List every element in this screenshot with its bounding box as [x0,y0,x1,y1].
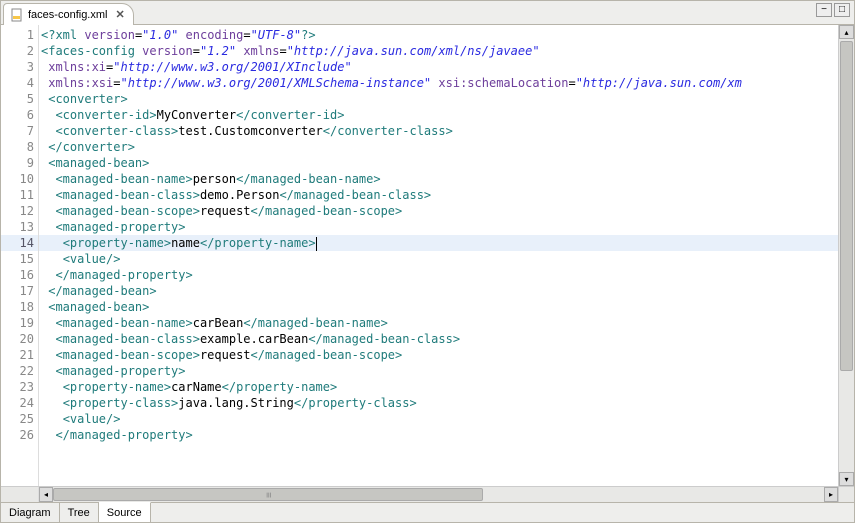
line-number: 10 [1,171,38,187]
line-gutter: 1234567891011121314151617181920212223242… [1,25,39,486]
editor-tab-bar: faces-config.xml ✕ − □ [1,1,854,25]
code-line[interactable]: <?xml version="1.0" encoding="UTF-8"?> [39,27,838,43]
code-line[interactable]: <property-name>carName</property-name> [39,379,838,395]
line-number: 24 [1,395,38,411]
editor-bottom-tabs: Diagram Tree Source [1,502,854,522]
line-number: 8 [1,139,38,155]
line-number: 3 [1,59,38,75]
vertical-scrollbar[interactable]: ▴ ▾ [838,25,854,486]
hscroll-corner-spacer [838,487,854,502]
scroll-down-button[interactable]: ▾ [839,472,854,486]
code-line[interactable]: </managed-bean> [39,283,838,299]
code-line[interactable]: <managed-bean-scope>request</managed-bea… [39,203,838,219]
code-line[interactable]: <managed-bean-name>person</managed-bean-… [39,171,838,187]
line-number: 14 [1,235,38,251]
horizontal-scrollbar-row: ◂ ▸ [1,486,854,502]
file-tab-label: faces-config.xml [28,9,107,21]
code-line[interactable]: <managed-property> [39,219,838,235]
line-number: 21 [1,347,38,363]
code-line[interactable]: <managed-bean-class>demo.Person</managed… [39,187,838,203]
tab-tree[interactable]: Tree [60,503,99,522]
code-line[interactable]: <managed-bean> [39,299,838,315]
code-line[interactable]: <managed-property> [39,363,838,379]
line-number: 15 [1,251,38,267]
line-number: 22 [1,363,38,379]
code-line[interactable]: <managed-bean> [39,155,838,171]
line-number: 16 [1,267,38,283]
code-line[interactable]: xmlns:xi="http://www.w3.org/2001/XInclud… [39,59,838,75]
scroll-right-button[interactable]: ▸ [824,487,838,502]
line-number: 23 [1,379,38,395]
code-line[interactable]: <converter-id>MyConverter</converter-id> [39,107,838,123]
line-number: 4 [1,75,38,91]
window-controls: − □ [816,3,850,17]
line-number: 11 [1,187,38,203]
code-line[interactable]: </managed-property> [39,427,838,443]
line-number: 9 [1,155,38,171]
code-editor[interactable]: <?xml version="1.0" encoding="UTF-8"?><f… [39,25,838,486]
close-icon[interactable]: ✕ [115,8,124,21]
code-line[interactable]: <value/> [39,251,838,267]
code-line[interactable]: <property-class>java.lang.String</proper… [39,395,838,411]
code-line[interactable]: <converter-class>test.Customconverter</c… [39,123,838,139]
minimize-button[interactable]: − [816,3,832,17]
line-number: 17 [1,283,38,299]
code-line[interactable]: </converter> [39,139,838,155]
line-number: 5 [1,91,38,107]
editor-area: 1234567891011121314151617181920212223242… [1,25,854,486]
line-number: 12 [1,203,38,219]
xml-file-icon [10,8,24,22]
hscroll-gutter-spacer [1,487,39,502]
code-line[interactable]: </managed-property> [39,267,838,283]
code-line[interactable]: <managed-bean-class>example.carBean</man… [39,331,838,347]
code-line[interactable]: <value/> [39,411,838,427]
maximize-button[interactable]: □ [834,3,850,17]
tab-diagram[interactable]: Diagram [1,503,60,522]
tab-source[interactable]: Source [99,502,151,522]
code-line[interactable]: xmlns:xsi="http://www.w3.org/2001/XMLSch… [39,75,838,91]
line-number: 18 [1,299,38,315]
code-line[interactable]: <converter> [39,91,838,107]
code-line[interactable]: <faces-config version="1.2" xmlns="http:… [39,43,838,59]
scroll-up-button[interactable]: ▴ [839,25,854,39]
line-number: 6 [1,107,38,123]
line-number: 20 [1,331,38,347]
line-number: 19 [1,315,38,331]
scroll-left-button[interactable]: ◂ [39,487,53,502]
vertical-scroll-thumb[interactable] [840,41,853,371]
line-number: 13 [1,219,38,235]
code-line[interactable]: <property-name>name</property-name> [39,235,838,251]
line-number: 25 [1,411,38,427]
code-line[interactable]: <managed-bean-scope>request</managed-bea… [39,347,838,363]
line-number: 1 [1,27,38,43]
horizontal-scroll-thumb[interactable] [53,488,483,501]
line-number: 7 [1,123,38,139]
file-tab[interactable]: faces-config.xml ✕ [3,3,134,25]
line-number: 26 [1,427,38,443]
line-number: 2 [1,43,38,59]
code-line[interactable]: <managed-bean-name>carBean</managed-bean… [39,315,838,331]
horizontal-scrollbar[interactable]: ◂ ▸ [39,487,838,502]
